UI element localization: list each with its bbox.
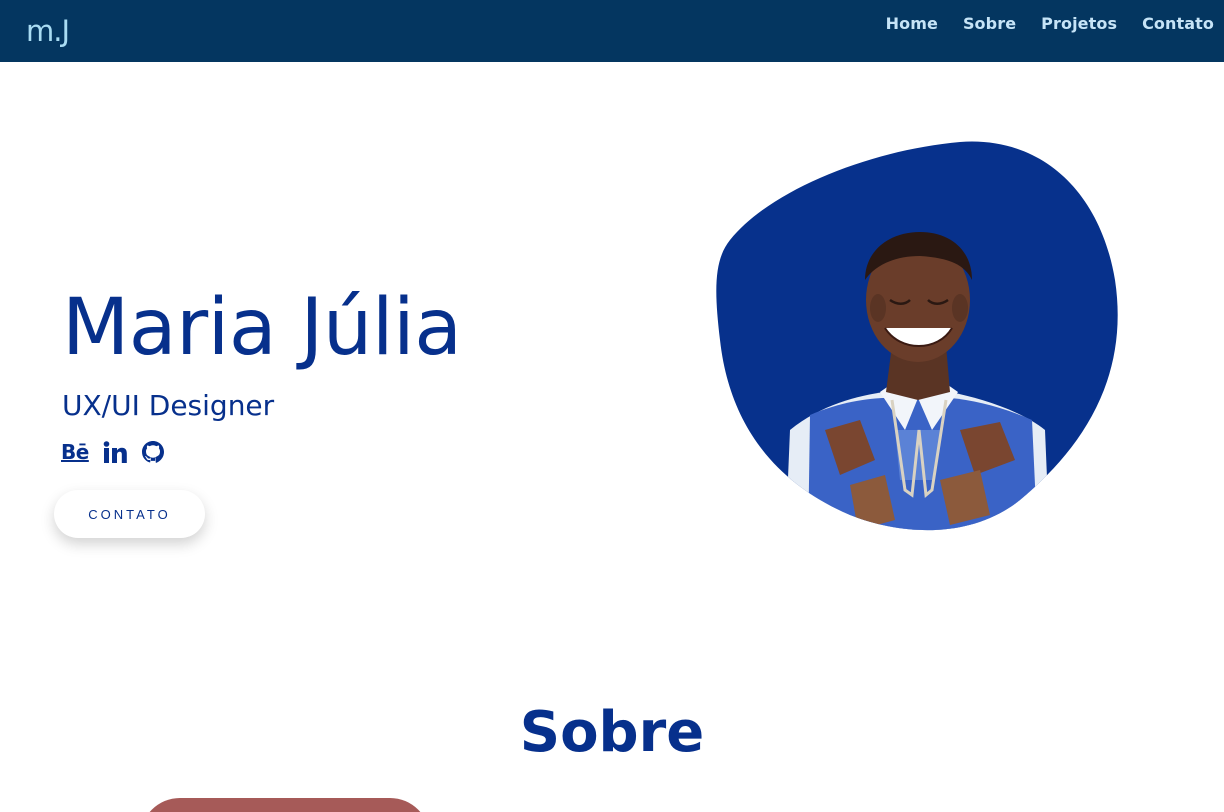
about-photo <box>140 798 430 812</box>
contact-button[interactable]: CONTATO <box>54 490 205 538</box>
nav-contato-link[interactable]: Contato <box>1142 14 1214 33</box>
hero-name: Maria Júlia <box>62 283 462 373</box>
nav-home-link[interactable]: Home <box>886 14 938 33</box>
top-navbar: m.J Home Sobre Projetos Contato <box>0 0 1224 62</box>
nav-sobre-link[interactable]: Sobre <box>963 14 1016 33</box>
profile-photo <box>700 130 1140 550</box>
section-title-sobre: Sobre <box>519 700 705 765</box>
social-links: Bē <box>61 439 165 465</box>
nav-projetos-link[interactable]: Projetos <box>1041 14 1117 33</box>
hero-role: UX/UI Designer <box>62 389 275 422</box>
main-nav: Home Sobre Projetos Contato <box>886 14 1214 33</box>
behance-icon[interactable]: Bē <box>61 439 89 465</box>
github-icon[interactable] <box>141 439 165 465</box>
site-logo[interactable]: m.J <box>26 14 70 48</box>
linkedin-icon[interactable] <box>103 439 127 465</box>
